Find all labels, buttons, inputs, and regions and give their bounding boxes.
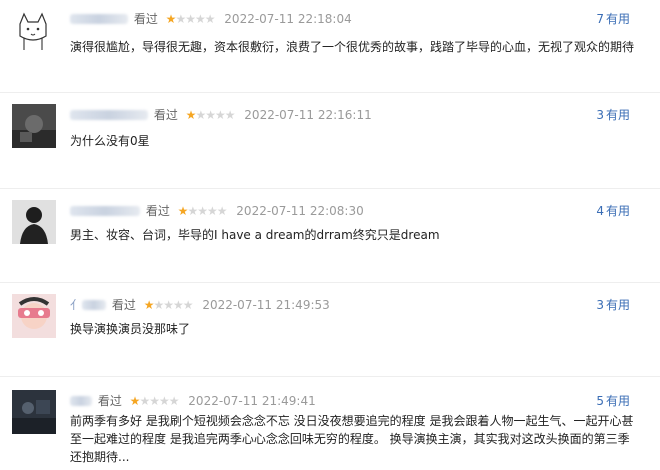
useful-count: 5 <box>596 394 604 408</box>
girl-face-avatar-icon[interactable] <box>12 294 56 338</box>
username-blurred[interactable] <box>70 109 148 120</box>
review-content: 换导演换演员没那味了 <box>70 322 191 336</box>
useful-button[interactable]: 有用 <box>606 394 630 408</box>
watched-status: 看过 <box>111 298 136 312</box>
star-rating: ★★★★★ <box>143 297 194 312</box>
review-time: 2022-07-11 21:49:53 <box>202 297 330 312</box>
review-time: 2022-07-11 22:08:30 <box>236 203 364 218</box>
divider <box>0 282 660 283</box>
username[interactable]: 亻 <box>70 296 82 313</box>
useful-count: 7 <box>596 12 604 26</box>
useful-button[interactable]: 有用 <box>606 108 630 122</box>
useful-vote[interactable]: 4 有用 <box>596 202 630 219</box>
useful-button[interactable]: 有用 <box>606 12 630 26</box>
review-content: 演得很尴尬，导得很无趣，资本很敷衍，浪费了一个很优秀的故事，践踏了毕导的心血，无… <box>70 40 635 54</box>
divider <box>0 376 660 377</box>
review-item: 亻 看过 ★★★★★ 2022-07-11 21:49:53 3 有用 换导演换演… <box>0 294 660 374</box>
review-meta: 看过 ★★★★★ 2022-07-11 21:49:41 <box>70 392 316 410</box>
review-item: 看过 ★★★★★ 2022-07-11 22:16:11 3 有用 为什么没有0星 <box>0 104 660 184</box>
username-blurred[interactable] <box>70 395 92 406</box>
review-meta: 看过 ★★★★★ 2022-07-11 22:18:04 <box>70 10 352 28</box>
useful-count: 3 <box>596 298 604 312</box>
username-blurred[interactable] <box>82 299 107 310</box>
star-rating: ★★★★★ <box>129 393 180 408</box>
review-item: 看过 ★★★★★ 2022-07-11 22:18:04 7 有用 演得很尴尬，导… <box>0 8 660 88</box>
username-blurred[interactable] <box>70 205 140 216</box>
review-item: 看过 ★★★★★ 2022-07-11 22:08:30 4 有用 男主、妆容、台… <box>0 200 660 280</box>
star-rating: ★★★★★ <box>177 203 228 218</box>
useful-vote[interactable]: 3 有用 <box>596 296 630 313</box>
useful-count: 4 <box>596 204 604 218</box>
useful-button[interactable]: 有用 <box>606 204 630 218</box>
review-meta: 亻 看过 ★★★★★ 2022-07-11 21:49:53 <box>70 296 330 314</box>
useful-vote[interactable]: 5 有用 <box>596 392 630 409</box>
review-item: 看过 ★★★★★ 2022-07-11 21:49:41 5 有用 前两季有多好 … <box>0 390 660 470</box>
divider <box>0 188 660 189</box>
star-rating: ★★★★★ <box>165 11 216 26</box>
review-content: 男主、妆容、台词，毕导的I have a dream的drram终究只是drea… <box>70 228 440 242</box>
review-content: 为什么没有0星 <box>70 134 150 148</box>
useful-button[interactable]: 有用 <box>606 298 630 312</box>
person-silhouette-avatar-icon[interactable] <box>12 200 56 244</box>
dark-scene-avatar-icon[interactable] <box>12 390 56 434</box>
dark-photo-avatar-icon[interactable] <box>12 104 56 148</box>
username-blurred[interactable] <box>70 13 128 24</box>
review-meta: 看过 ★★★★★ 2022-07-11 22:08:30 <box>70 202 364 220</box>
watched-status: 看过 <box>145 204 170 218</box>
divider <box>0 92 660 93</box>
watched-status: 看过 <box>153 108 178 122</box>
watched-status: 看过 <box>97 394 122 408</box>
star-rating: ★★★★★ <box>185 107 236 122</box>
useful-vote[interactable]: 7 有用 <box>596 10 630 27</box>
review-time: 2022-07-11 22:18:04 <box>224 11 352 26</box>
review-time: 2022-07-11 21:49:41 <box>188 393 316 408</box>
review-meta: 看过 ★★★★★ 2022-07-11 22:16:11 <box>70 106 372 124</box>
watched-status: 看过 <box>133 12 158 26</box>
useful-vote[interactable]: 3 有用 <box>596 106 630 123</box>
useful-count: 3 <box>596 108 604 122</box>
cat-doodle-avatar-icon[interactable] <box>12 8 56 52</box>
review-content: 前两季有多好 是我刷个短视频会念念不忘 没日没夜想要追完的程度 是我会跟着人物一… <box>70 414 634 464</box>
review-time: 2022-07-11 22:16:11 <box>244 107 372 122</box>
